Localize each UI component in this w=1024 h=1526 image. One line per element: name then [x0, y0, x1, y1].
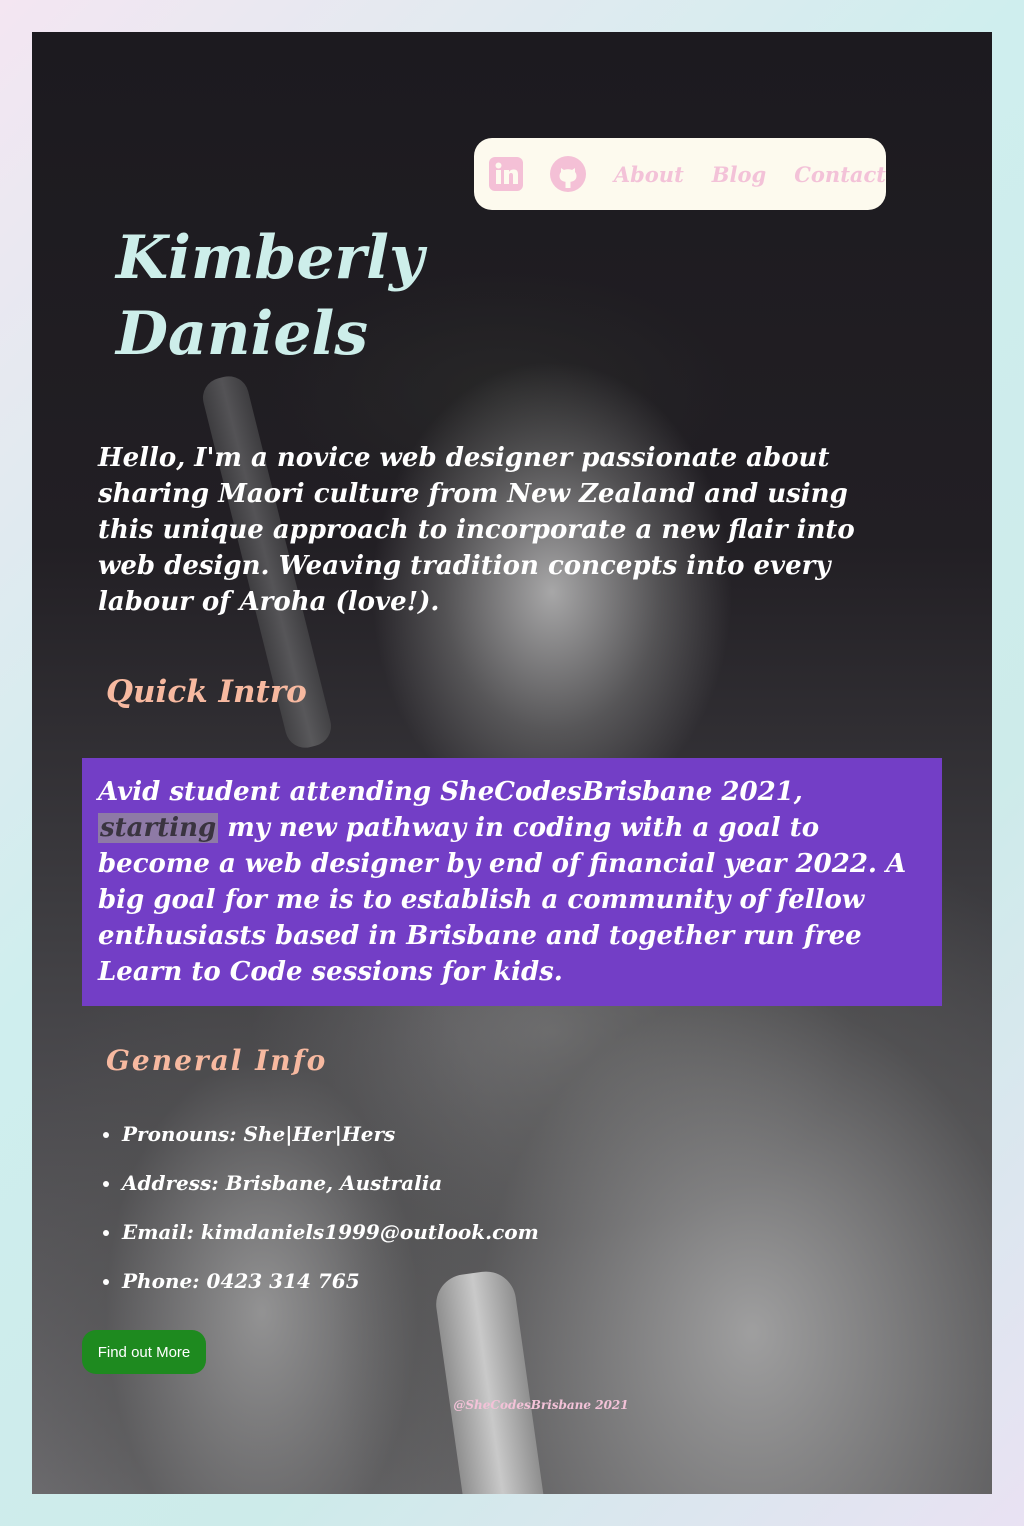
nav-link-blog[interactable]: Blog: [712, 162, 766, 187]
quick-intro-text: Avid student attending SheCodesBrisbane …: [82, 758, 942, 990]
linkedin-icon[interactable]: [488, 156, 524, 192]
name-last: Daniels: [116, 299, 369, 369]
quick-intro-text-end: my new pathway in coding with a goal to …: [98, 813, 907, 987]
quick-intro-box: Avid student attending SheCodesBrisbane …: [82, 758, 942, 1006]
general-info-list: Pronouns: She|Her|Hers Address: Brisbane…: [98, 1114, 722, 1310]
top-navigation: About Blog Contact: [474, 138, 886, 210]
general-info-heading: General Info: [106, 1044, 328, 1077]
footer-credit: @SheCodesBrisbane 2021: [453, 1398, 629, 1412]
list-item-email: Email: kimdaniels1999@outlook.com: [122, 1212, 722, 1261]
hero-intro-text: Hello, I'm a novice web designer passion…: [98, 443, 855, 617]
quick-intro-heading: Quick Intro: [106, 674, 307, 710]
page-title: Kimberly Daniels: [116, 220, 446, 372]
nav-link-about[interactable]: About: [614, 162, 684, 187]
page-card: About Blog Contact Kimberly Daniels Hell…: [32, 32, 992, 1494]
name-first: Kimberly: [116, 223, 424, 293]
highlighted-word: starting: [98, 813, 219, 843]
list-item-pronouns: Pronouns: She|Her|Hers: [122, 1114, 722, 1163]
github-icon[interactable]: [549, 156, 586, 192]
list-item-phone: Phone: 0423 314 765: [122, 1261, 722, 1310]
list-item-address: Address: Brisbane, Australia: [122, 1163, 722, 1212]
nav-link-contact[interactable]: Contact: [794, 162, 886, 187]
find-out-more-button[interactable]: Find out More: [82, 1330, 206, 1374]
quick-intro-text-start: Avid student attending SheCodesBrisbane …: [98, 777, 803, 807]
